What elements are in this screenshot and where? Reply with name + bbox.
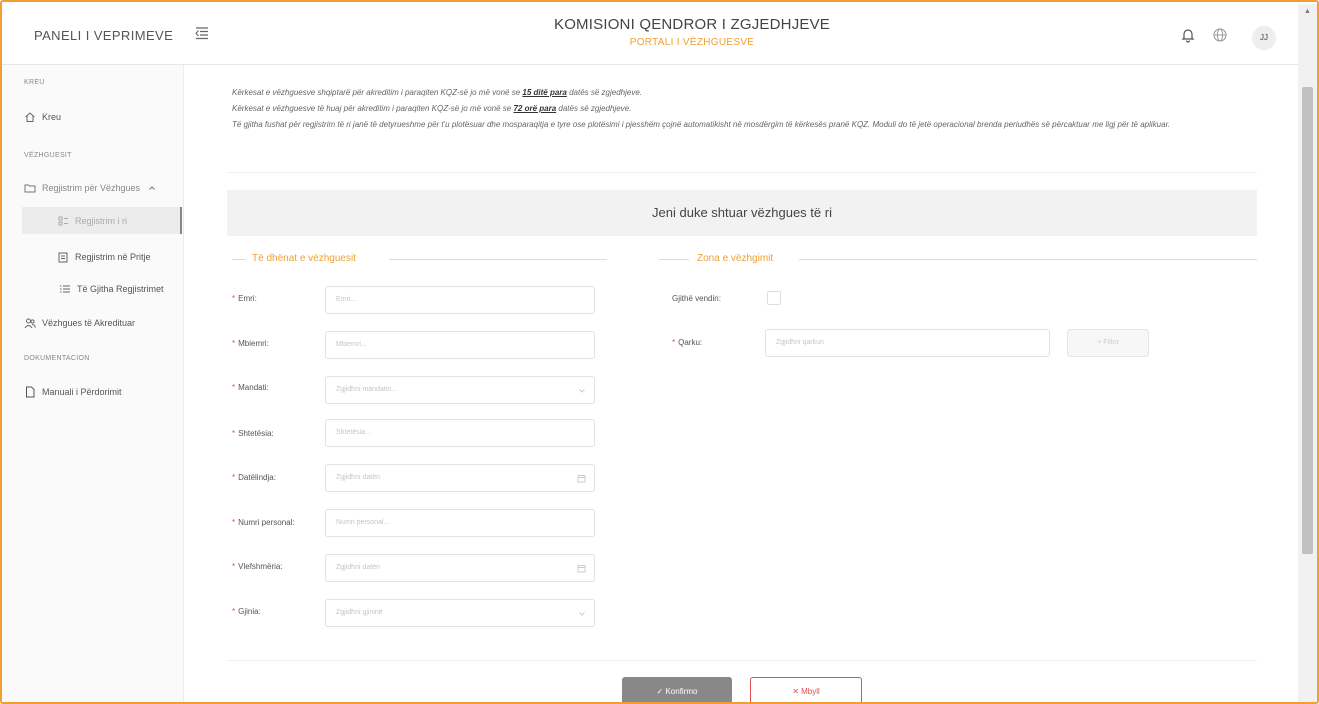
mandati-select[interactable]: Zgjidhni mandatin... (325, 376, 595, 404)
list-icon (60, 285, 70, 293)
filter-button[interactable]: + Filtro (1067, 329, 1149, 357)
calendar-icon (58, 252, 68, 263)
page-title: KOMISIONI QENDROR I ZGJEDHJEVE (553, 16, 831, 33)
mbiemri-input[interactable]: Mbiemri... (325, 331, 595, 359)
sidebar-item-regjistrim-pritje[interactable]: Regjistrim në Pritje (57, 251, 151, 263)
form-icon (58, 216, 68, 226)
sidebar-item-akredituar[interactable]: Vëzhgues të Akredituar (24, 317, 135, 329)
qarku-select[interactable]: Zgjidhni qarkun (765, 329, 1050, 357)
close-button[interactable]: ✕ Mbyll (750, 677, 862, 702)
label-mandati: * Mandati: (232, 383, 269, 392)
sidebar-item-label: Regjistrim në Pritje (75, 252, 151, 262)
info-line-1: Kërkesat e vëzhguesve shqiptarë për akre… (232, 88, 643, 97)
gjinia-select[interactable]: Zgjidhni gjininë (325, 599, 595, 627)
legend-line (659, 259, 689, 260)
deadline-albanian: 15 ditë para (522, 88, 567, 97)
chevron-down-icon (579, 612, 585, 616)
sidebar-section-dokumentacion: DOKUMENTACION (24, 355, 90, 362)
legend-observer-data: Të dhënat e vëzhguesit (252, 253, 356, 264)
legend-line (389, 259, 607, 260)
scroll-up-arrow-icon[interactable]: ▲ (1304, 8, 1311, 15)
sidebar-item-label: Manuali i Përdorimit (42, 387, 122, 397)
label-emri: * Emri: (232, 294, 257, 303)
top-header: PANELI I VEPRIMEVE KOMISIONI QENDROR I Z… (2, 2, 1317, 65)
emri-input[interactable]: Emri... (325, 286, 595, 314)
shtetesia-input[interactable]: Shtetësia... (325, 419, 595, 447)
divider (227, 172, 1257, 173)
sidebar-item-kreu[interactable]: Kreu (24, 111, 61, 123)
sidebar-item-label: Regjistrim i ri (75, 216, 128, 226)
label-gjinia: * Gjinia: (232, 607, 261, 616)
page-subtitle: PORTALI I VËZHGUESVE (629, 37, 755, 48)
scrollbar-thumb[interactable] (1302, 87, 1313, 554)
app-frame: PANELI I VEPRIMEVE KOMISIONI QENDROR I Z… (0, 0, 1319, 704)
divider (227, 660, 1257, 661)
calendar-icon (577, 565, 586, 573)
chevron-down-icon (579, 389, 585, 393)
sidebar-section-vezhguesit: VËZHGUESIT (24, 152, 72, 159)
label-mbiemri: * Mbiemri: (232, 339, 269, 348)
user-avatar[interactable]: JJ (1252, 26, 1276, 50)
globe-icon[interactable] (1212, 27, 1228, 43)
sidebar-item-label: Vëzhgues të Akredituar (42, 318, 136, 328)
sidebar-item-regjistrim-ri[interactable]: Regjistrim i ri (57, 215, 127, 227)
gjithe-vendin-checkbox[interactable] (767, 291, 781, 305)
label-shtetesia: * Shtetësia: (232, 429, 274, 438)
vlefshmeria-picker[interactable]: Zgjidhni datën (325, 554, 595, 582)
legend-line (232, 259, 246, 260)
header-center: KOMISIONI QENDROR I ZGJEDHJEVE PORTALI I… (2, 16, 1317, 48)
label-gjithe-vendin: Gjithë vendin: (672, 294, 721, 303)
numri-personal-input[interactable]: Numri personal... (325, 509, 595, 537)
bell-icon[interactable] (1180, 27, 1196, 43)
document-icon (26, 386, 35, 398)
label-vlefshmeria: * Vlefshmëria: (232, 562, 283, 571)
sidebar-item-te-gjitha[interactable]: Të Gjitha Regjistrimet (59, 283, 164, 295)
main-content: Kërkesat e vëzhguesve shqiptarë për akre… (184, 65, 1294, 702)
legend-line (799, 259, 1257, 260)
form-banner: Jeni duke shtuar vëzhgues të ri (227, 190, 1257, 236)
datelindja-picker[interactable]: Zgjidhni datën (325, 464, 595, 492)
home-icon (25, 112, 35, 122)
info-notice: Kërkesat e vëzhguesve shqiptarë për akre… (232, 85, 1277, 133)
folder-icon (24, 184, 36, 193)
sidebar-section-kreu: KREU (24, 79, 45, 86)
sidebar-item-label: Kreu (42, 112, 62, 122)
label-numri-personal: * Numri personal: (232, 518, 295, 527)
sidebar-item-label: Regjistrim për Vëzhgues (42, 183, 141, 193)
info-line-2: Kërkesat e vëzhguesve të huaj për akredi… (232, 104, 632, 113)
users-icon (24, 318, 36, 329)
sidebar-item-label: Të Gjitha Regjistrimet (77, 284, 164, 294)
label-datelindja: * Datëlindja: (232, 473, 276, 482)
sidebar: KREU Kreu VËZHGUESIT Regjistrim për Vëzh… (2, 65, 184, 702)
sidebar-item-manuali[interactable]: Manuali i Përdorimit (24, 386, 122, 398)
info-line-3: Të gjitha fushat për regjistrim të ri ja… (232, 120, 1171, 129)
calendar-icon (577, 475, 586, 483)
label-qarku: * Qarku: (672, 338, 703, 347)
confirm-button[interactable]: ✓ Konfirmo (622, 677, 732, 702)
legend-observation-zone: Zona e vëzhgimit (697, 253, 774, 264)
sidebar-group-regjistrim[interactable]: Regjistrim për Vëzhgues (24, 182, 156, 194)
chevron-up-icon (149, 186, 155, 190)
deadline-foreign: 72 orë para (513, 104, 557, 113)
